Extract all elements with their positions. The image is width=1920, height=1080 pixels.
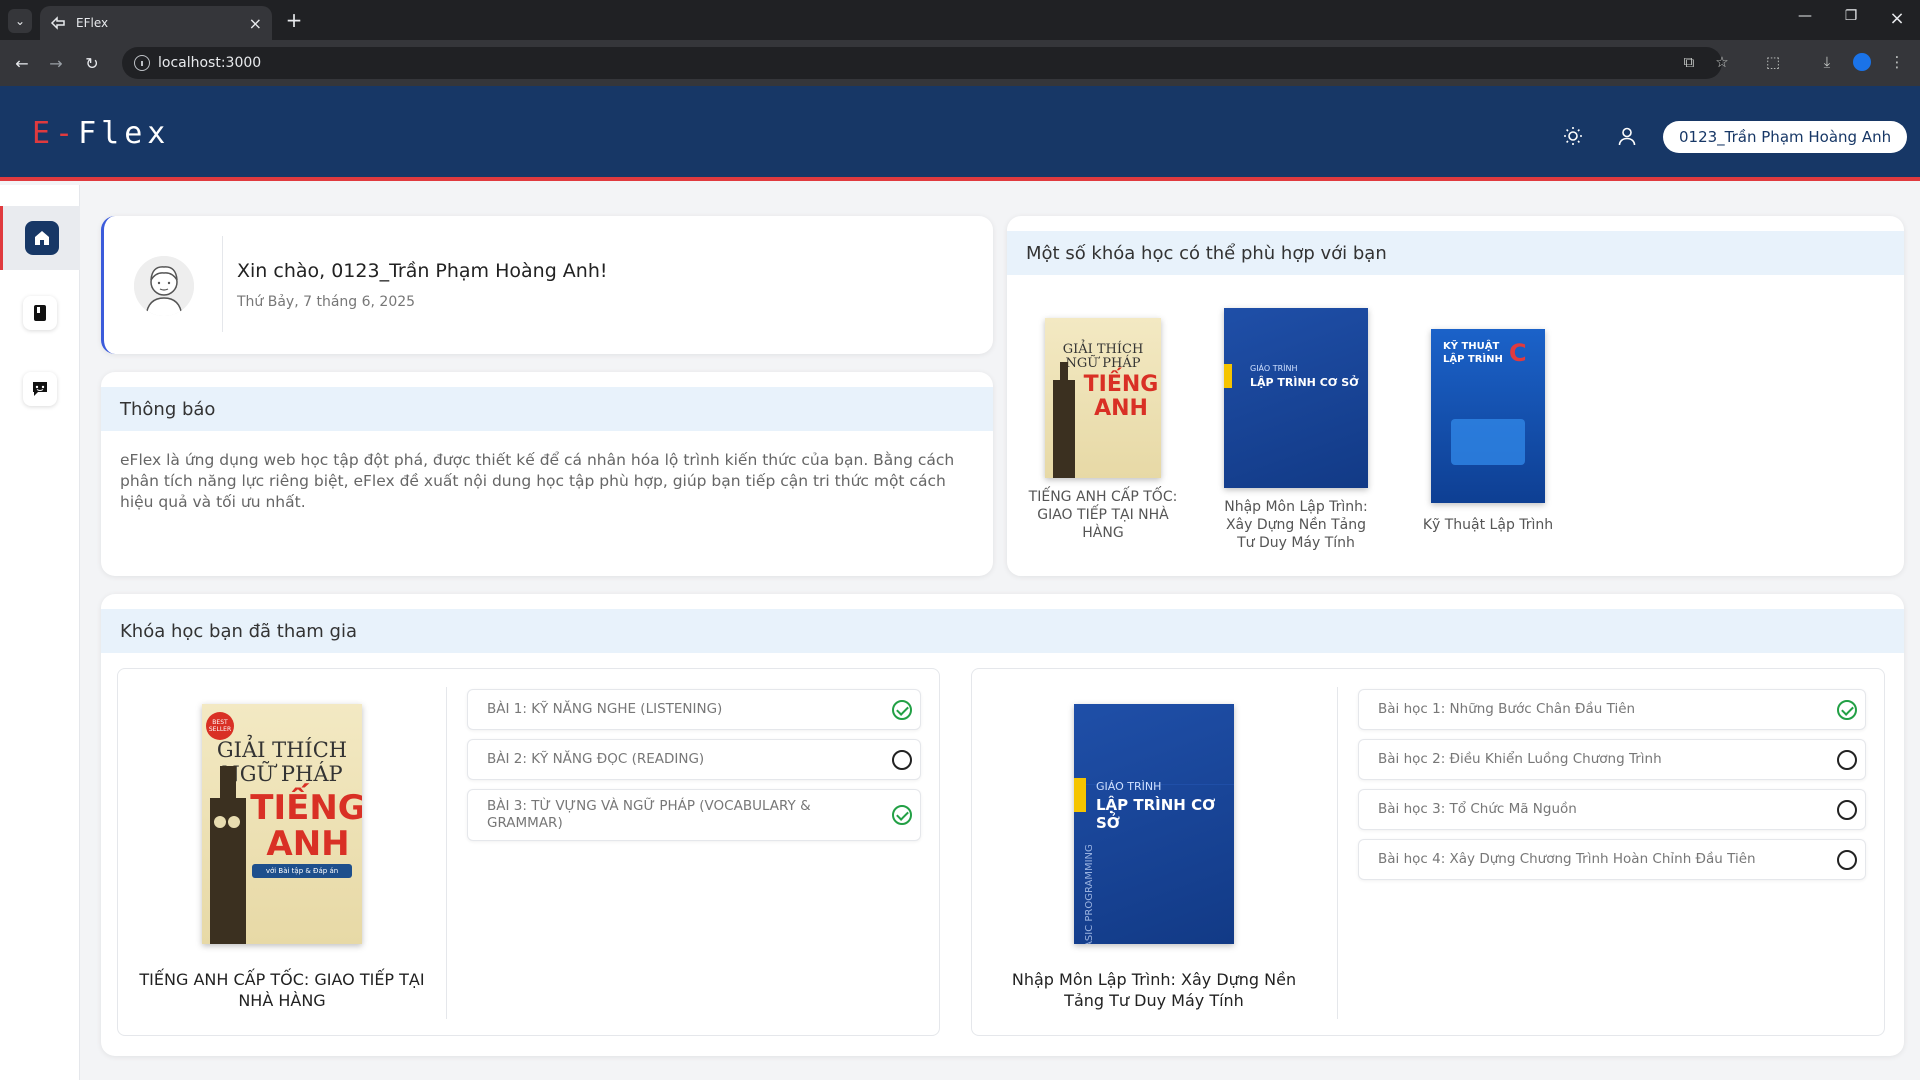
sidebar-item-home[interactable] <box>0 206 80 270</box>
browser-tab[interactable]: EFlex × <box>40 6 272 40</box>
lesson-item[interactable]: Bài học 4: Xây Dựng Chương Trình Hoàn Ch… <box>1358 839 1866 880</box>
lesson-item[interactable]: BÀI 2: KỸ NĂNG ĐỌC (READING) <box>467 739 921 780</box>
restore-icon[interactable]: ❐ <box>1836 8 1866 24</box>
user-icon[interactable] <box>1615 124 1639 148</box>
lesson-title: Bài học 3: Tổ Chức Mã Nguồn <box>1378 801 1577 817</box>
avatar <box>134 256 194 316</box>
incomplete-circle-icon <box>1837 750 1857 770</box>
lesson-title: Bài học 2: Điều Khiển Luồng Chương Trình <box>1378 751 1662 767</box>
greeting-card: Xin chào, 0123_Trần Phạm Hoàng Anh! Thứ … <box>101 216 993 354</box>
browser-menu-icon[interactable]: ⋮ <box>1886 51 1908 73</box>
greeting-date: Thứ Bảy, 7 tháng 6, 2025 <box>237 294 416 310</box>
completed-check-icon <box>892 805 912 825</box>
recommended-course-cover-kythuat[interactable]: KỸ THUẬT LẬP TRÌNH C <box>1431 329 1545 503</box>
recommended-course-title[interactable]: Kỹ Thuật Lập Trình <box>1408 516 1568 534</box>
greeting-title: Xin chào, 0123_Trần Phạm Hoàng Anh! <box>237 260 608 282</box>
recommended-course-cover-english[interactable]: GIẢI THÍCH NGỮ PHÁP TIẾNG ANH <box>1045 318 1161 478</box>
browser-tab-bar: ⌄ EFlex × + — ❐ × <box>0 0 1920 40</box>
sidebar-item-courses[interactable] <box>0 281 80 345</box>
lesson-item[interactable]: BÀI 3: TỪ VỰNG VÀ NGỮ PHÁP (VOCABULARY &… <box>467 789 921 841</box>
lesson-title: Bài học 1: Những Bước Chân Đầu Tiên <box>1378 701 1636 717</box>
course-title[interactable]: TIẾNG ANH CẤP TỐC: GIAO TIẾP TẠI NHÀ HÀN… <box>132 969 432 1011</box>
recommended-course-title[interactable]: Nhập Môn Lập Trình: Xây Dựng Nền Tảng Tư… <box>1216 498 1376 552</box>
divider <box>446 687 447 1019</box>
lesson-item[interactable]: Bài học 3: Tổ Chức Mã Nguồn <box>1358 789 1866 830</box>
lesson-title: BÀI 2: KỸ NĂNG ĐỌC (READING) <box>487 751 705 767</box>
sun-icon[interactable] <box>1561 124 1585 148</box>
tab-close-icon[interactable]: × <box>249 14 262 33</box>
url-text: localhost:3000 <box>158 55 262 71</box>
app-header: E-Flex 0123_Trần Phạm Hoàng Anh <box>0 86 1920 181</box>
sidebar-item-chat[interactable] <box>0 357 80 421</box>
translate-icon[interactable]: ⧉ <box>1678 51 1700 73</box>
extensions-icon[interactable]: ⬚ <box>1762 51 1784 73</box>
incomplete-circle-icon <box>892 750 912 770</box>
lesson-item[interactable]: Bài học 2: Điều Khiển Luồng Chương Trình <box>1358 739 1866 780</box>
divider <box>1337 687 1338 1019</box>
sidebar <box>0 185 80 1080</box>
browser-toolbar: ← → ↻ localhost:3000 ⧉ ☆ ⬚ ⤓ ⋮ <box>0 40 1920 86</box>
recommendations-card: Một số khóa học có thể phù hợp với bạn G… <box>1007 216 1904 576</box>
completed-check-icon <box>892 700 912 720</box>
course-cover-english[interactable]: BEST SELLER GIẢI THÍCH NGỮ PHÁP TIẾNG AN… <box>202 704 362 944</box>
back-icon[interactable]: ← <box>10 51 34 75</box>
tab-title: EFlex <box>76 16 109 30</box>
recommendations-heading: Một số khóa học có thể phù hợp với bạn <box>1007 231 1904 275</box>
completed-check-icon <box>1837 700 1857 720</box>
joined-courses-heading: Khóa học bạn đã tham gia <box>101 609 1904 653</box>
forward-icon[interactable]: → <box>44 51 68 75</box>
close-window-icon[interactable]: × <box>1882 8 1912 29</box>
course-title[interactable]: Nhập Môn Lập Trình: Xây Dựng Nền Tảng Tư… <box>994 969 1314 1011</box>
incomplete-circle-icon <box>1837 800 1857 820</box>
address-bar[interactable]: localhost:3000 <box>122 47 1722 79</box>
chat-icon <box>23 372 57 406</box>
lesson-item[interactable]: BÀI 1: KỸ NĂNG NGHE (LISTENING) <box>467 689 921 730</box>
lesson-item[interactable]: Bài học 1: Những Bước Chân Đầu Tiên <box>1358 689 1866 730</box>
app-logo[interactable]: E-Flex <box>32 116 170 151</box>
bookmark-star-icon[interactable]: ☆ <box>1711 51 1733 73</box>
user-name-button[interactable]: 0123_Trần Phạm Hoàng Anh <box>1663 121 1908 153</box>
tab-favicon-icon <box>50 15 66 31</box>
joined-course-english: BEST SELLER GIẢI THÍCH NGỮ PHÁP TIẾNG AN… <box>117 668 940 1036</box>
incomplete-circle-icon <box>1837 850 1857 870</box>
profile-icon[interactable] <box>1851 51 1873 73</box>
download-icon[interactable]: ⤓ <box>1816 51 1838 73</box>
joined-courses-card: Khóa học bạn đã tham gia BEST SELLER GIẢ… <box>101 594 1904 1056</box>
lesson-title: Bài học 4: Xây Dựng Chương Trình Hoàn Ch… <box>1378 851 1756 867</box>
minimize-icon[interactable]: — <box>1790 8 1820 24</box>
lesson-title: BÀI 1: KỸ NĂNG NGHE (LISTENING) <box>487 701 723 717</box>
notice-text: eFlex là ứng dụng web học tập đột phá, đ… <box>120 451 955 511</box>
book-icon <box>23 296 57 330</box>
recommended-course-title[interactable]: TIẾNG ANH CẤP TỐC: GIAO TIẾP TẠI NHÀ HÀN… <box>1025 488 1181 542</box>
notice-card: Thông báo eFlex là ứng dụng web học tập … <box>101 372 993 576</box>
site-info-icon[interactable] <box>134 55 150 71</box>
notice-heading: Thông báo <box>101 387 993 431</box>
recommended-course-cover-programming[interactable]: GIÁO TRÌNH LẬP TRÌNH CƠ SỞ <box>1224 308 1368 488</box>
tab-search-button[interactable]: ⌄ <box>8 9 32 33</box>
joined-course-programming: GIÁO TRÌNH LẬP TRÌNH CƠ SỞ BASIC PROGRAM… <box>971 668 1885 1036</box>
divider <box>222 236 223 332</box>
reload-icon[interactable]: ↻ <box>80 51 104 75</box>
lesson-title: BÀI 3: TỪ VỰNG VÀ NGỮ PHÁP (VOCABULARY &… <box>487 798 811 831</box>
home-icon <box>24 221 59 255</box>
course-cover-programming[interactable]: GIÁO TRÌNH LẬP TRÌNH CƠ SỞ BASIC PROGRAM… <box>1074 704 1234 944</box>
new-tab-button[interactable]: + <box>282 8 306 32</box>
